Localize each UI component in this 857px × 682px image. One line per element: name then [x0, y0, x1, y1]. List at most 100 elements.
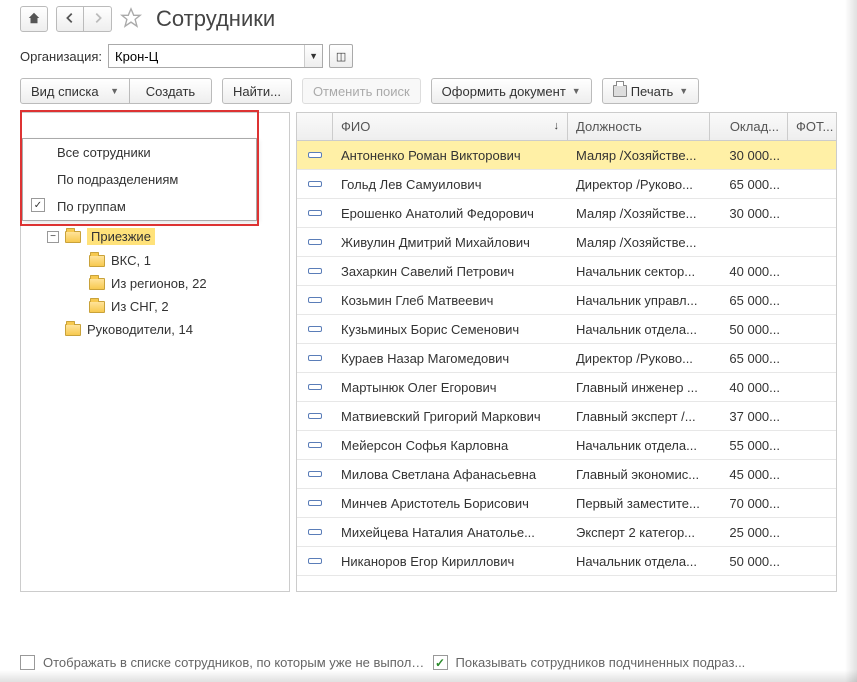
- col-header-icon[interactable]: [297, 113, 333, 140]
- find-button[interactable]: Найти...: [222, 78, 292, 104]
- table-row[interactable]: Кураев Назар МагомедовичДиректор /Руково…: [297, 344, 836, 373]
- cell-fio: Захаркин Савелий Петрович: [333, 264, 568, 279]
- make-doc-button[interactable]: Оформить документ ▼: [431, 78, 592, 104]
- item-icon: [308, 326, 322, 332]
- home-button[interactable]: [20, 6, 48, 32]
- table-row[interactable]: Кузьминых Борис СеменовичНачальник отдел…: [297, 315, 836, 344]
- tree-item-regions[interactable]: Из регионов, 22: [21, 272, 289, 295]
- print-button[interactable]: Печать ▼: [602, 78, 700, 104]
- folder-icon: [65, 324, 81, 336]
- folder-icon: [89, 255, 105, 267]
- org-input[interactable]: [109, 49, 304, 64]
- collapse-icon[interactable]: −: [47, 231, 59, 243]
- org-dropdown-button[interactable]: ▼: [304, 45, 322, 67]
- cell-fio: Гольд Лев Самуилович: [333, 177, 568, 192]
- cell-pos: Начальник отдела...: [568, 554, 710, 569]
- cell-fio: Живулин Дмитрий Михайлович: [333, 235, 568, 250]
- table-row[interactable]: Антоненко Роман ВикторовичМаляр /Хозяйст…: [297, 141, 836, 170]
- item-icon: [308, 442, 322, 448]
- item-icon: [308, 471, 322, 477]
- menu-item-by-dept[interactable]: По подразделениям: [23, 166, 256, 193]
- chevron-down-icon: ▼: [309, 51, 318, 61]
- arrow-left-icon: [63, 11, 77, 28]
- cell-fio: Козьмин Глеб Матвеевич: [333, 293, 568, 308]
- cell-sal: 65 000...: [710, 293, 788, 308]
- tree-item-vks[interactable]: ВКС, 1: [21, 249, 289, 272]
- col-header-foto[interactable]: ФОТ...: [788, 113, 836, 140]
- printer-icon: [613, 85, 627, 97]
- item-icon: [308, 529, 322, 535]
- table-row[interactable]: Гольд Лев СамуиловичДиректор /Руково...6…: [297, 170, 836, 199]
- create-button[interactable]: Создать: [130, 78, 212, 104]
- cell-pos: Начальник отдела...: [568, 322, 710, 337]
- item-icon: [308, 558, 322, 564]
- cell-fio: Ерошенко Анатолий Федорович: [333, 206, 568, 221]
- cell-fio: Кузьминых Борис Семенович: [333, 322, 568, 337]
- table-row[interactable]: Живулин Дмитрий МихайловичМаляр /Хозяйст…: [297, 228, 836, 257]
- page-title: Сотрудники: [156, 6, 275, 32]
- table-row[interactable]: Минчев Аристотель БорисовичПервый замест…: [297, 489, 836, 518]
- col-header-sal[interactable]: Оклад...: [710, 113, 788, 140]
- cell-fio: Кураев Назар Магомедович: [333, 351, 568, 366]
- view-list-button[interactable]: Вид списка ▼: [20, 78, 130, 104]
- cell-sal: 25 000...: [710, 525, 788, 540]
- sort-asc-icon: ↓: [554, 120, 560, 132]
- cell-pos: Директор /Руково...: [568, 177, 710, 192]
- cell-pos: Маляр /Хозяйстве...: [568, 148, 710, 163]
- cell-pos: Начальник сектор...: [568, 264, 710, 279]
- table-row[interactable]: Захаркин Савелий ПетровичНачальник секто…: [297, 257, 836, 286]
- cell-pos: Маляр /Хозяйстве...: [568, 206, 710, 221]
- item-icon: [308, 297, 322, 303]
- chevron-down-icon: ▼: [110, 86, 119, 96]
- org-combo[interactable]: ▼: [108, 44, 323, 68]
- tree-item-cis[interactable]: Из СНГ, 2: [21, 295, 289, 318]
- cell-fio: Минчев Аристотель Борисович: [333, 496, 568, 511]
- cell-pos: Директор /Руково...: [568, 351, 710, 366]
- cell-sal: 45 000...: [710, 467, 788, 482]
- item-icon: [308, 355, 322, 361]
- folder-icon: [65, 231, 81, 243]
- table-row[interactable]: Мартынюк Олег ЕгоровичГлавный инженер ..…: [297, 373, 836, 402]
- table-row[interactable]: Никаноров Егор КирилловичНачальник отдел…: [297, 547, 836, 576]
- show-subordinate-checkbox[interactable]: [433, 655, 448, 670]
- item-icon: [308, 210, 322, 216]
- nav-forward-button[interactable]: [84, 6, 112, 32]
- cell-pos: Главный эксперт /...: [568, 409, 710, 424]
- view-list-dropdown: Все сотрудники По подразделениям ✓ По гр…: [22, 138, 257, 221]
- cell-pos: Главный инженер ...: [568, 380, 710, 395]
- cell-fio: Милова Светлана Афанасьевна: [333, 467, 568, 482]
- cancel-find-button: Отменить поиск: [302, 78, 421, 104]
- table-row[interactable]: Матвиевский Григорий МарковичГлавный экс…: [297, 402, 836, 431]
- cell-sal: 37 000...: [710, 409, 788, 424]
- cell-sal: 65 000...: [710, 351, 788, 366]
- cell-pos: Первый заместите...: [568, 496, 710, 511]
- col-header-fio[interactable]: ФИО ↓: [333, 113, 568, 140]
- cell-sal: 30 000...: [710, 206, 788, 221]
- cell-fio: Мейерсон Софья Карловна: [333, 438, 568, 453]
- menu-item-all[interactable]: Все сотрудники: [23, 139, 256, 166]
- favorite-icon[interactable]: [120, 7, 142, 32]
- view-list-label: Вид списка: [31, 84, 99, 99]
- col-header-pos[interactable]: Должность: [568, 113, 710, 140]
- org-open-button[interactable]: ◫: [329, 44, 353, 68]
- tree-item-managers[interactable]: Руководители, 14: [21, 318, 289, 341]
- show-subordinate-label: Показывать сотрудников подчиненных подра…: [456, 655, 838, 670]
- cell-fio: Антоненко Роман Викторович: [333, 148, 568, 163]
- cell-sal: 50 000...: [710, 554, 788, 569]
- cell-fio: Никаноров Егор Кириллович: [333, 554, 568, 569]
- table-row[interactable]: Михейцева Наталия Анатолье...Эксперт 2 к…: [297, 518, 836, 547]
- table-row[interactable]: Ерошенко Анатолий ФедоровичМаляр /Хозяйс…: [297, 199, 836, 228]
- chevron-down-icon: ▼: [572, 86, 581, 96]
- menu-item-by-group[interactable]: ✓ По группам: [23, 193, 256, 220]
- table-row[interactable]: Милова Светлана АфанасьевнаГлавный эконо…: [297, 460, 836, 489]
- open-icon: ◫: [336, 50, 346, 63]
- cell-pos: Главный экономис...: [568, 467, 710, 482]
- tree-item-visitors[interactable]: − Приезжие: [21, 224, 289, 249]
- show-inactive-checkbox[interactable]: [20, 655, 35, 670]
- home-icon: [27, 11, 41, 28]
- org-label: Организация:: [20, 49, 102, 64]
- table-row[interactable]: Козьмин Глеб МатвеевичНачальник управл..…: [297, 286, 836, 315]
- nav-back-button[interactable]: [56, 6, 84, 32]
- table-row[interactable]: Мейерсон Софья КарловнаНачальник отдела.…: [297, 431, 836, 460]
- cell-sal: 55 000...: [710, 438, 788, 453]
